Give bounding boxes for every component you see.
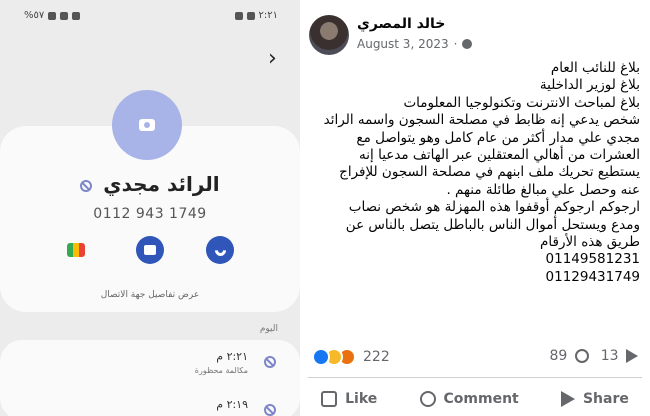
contact-details-link[interactable]: عرض تفاصيل جهة الاتصال [0, 290, 300, 300]
call-time: ٢:٢١ م [216, 350, 248, 363]
share-button[interactable]: Share [560, 391, 629, 407]
share-count-group[interactable]: 13 [601, 348, 638, 364]
contact-number: 0112 943 1749 [93, 206, 207, 222]
blocked-icon [80, 179, 93, 192]
like-label: Like [345, 391, 378, 407]
post-line: مجدي علي مدار أكثر من عام كامل وهو يتواص… [356, 129, 640, 146]
divider [308, 377, 642, 378]
post-line: بلاغ لوزير الداخلية [539, 77, 640, 94]
post-line: شخص يدعي إنه ظابط في مصلحة السجون واسمه … [323, 112, 640, 129]
status-bar: %٥٧ ٢:٢١ [0, 10, 300, 24]
post-line: عنه وحصل علي مبالغ طائلة منهم . [446, 181, 640, 198]
post-line: ومدع ويستحل أموال الناس بالباطل يتصل بال… [345, 216, 640, 233]
comment-count: 89 [549, 348, 568, 364]
call-status: مكالمة محظورة [194, 366, 248, 375]
post-line: طريق هذه الأرقام [540, 234, 640, 251]
engagement-counts: 89 13 [549, 348, 638, 364]
blocked-call-icon [264, 404, 276, 416]
call-log-entry[interactable]: ٢:٢١ م مكالمة محظورة [24, 350, 276, 386]
post-line: ارجوكم ارجوكم أوقفوا هذه المهزلة هو شخص … [348, 199, 640, 216]
reaction-count: 222 [363, 349, 390, 365]
call-log-section-label: اليوم [259, 324, 278, 334]
share-icon [560, 391, 575, 407]
share-count: 13 [600, 348, 619, 364]
call-button[interactable] [206, 236, 234, 264]
comment-icon [419, 391, 436, 407]
message-icon [144, 245, 156, 255]
chevron-right-icon[interactable]: › [268, 48, 277, 70]
post-line: بلاغ للنائب العام [550, 60, 640, 76]
post-line: العشرات من أهالي المعتقلين عبر الهاتف مد… [359, 147, 640, 164]
like-button[interactable]: Like [321, 391, 377, 407]
phone-number-line: 01129431749 [545, 268, 640, 285]
share-label: Share [582, 391, 629, 407]
clock-text: ٢:٢١ [258, 10, 278, 21]
signal-icon [48, 11, 57, 20]
status-right: ٢:٢١ [234, 10, 278, 21]
facebook-post: خالد المصري August 3, 2023 · بلاغ للنائب… [300, 0, 650, 416]
like-reaction-icon [312, 348, 330, 366]
globe-icon [462, 39, 473, 49]
contact-avatar[interactable] [112, 90, 182, 160]
status-left: %٥٧ [24, 10, 81, 21]
post-date[interactable]: August 3, 2023 [357, 37, 449, 51]
call-log-entry[interactable]: ٢:١٩ م [24, 398, 276, 416]
share-icon [626, 349, 638, 363]
call-time: ٢:١٩ م [216, 398, 248, 411]
blocked-call-icon [264, 356, 276, 368]
post-meta: August 3, 2023 · [357, 37, 473, 51]
post-author[interactable]: خالد المصري [357, 16, 445, 32]
phone-icon [212, 242, 228, 258]
post-actions: Like Comment Share [300, 386, 650, 412]
contact-name-row: الرائد مجدي [0, 172, 300, 196]
phone-number-line: 01149581231 [545, 251, 640, 268]
battery-text: %٥٧ [24, 10, 45, 21]
wifi-icon [60, 11, 69, 20]
comment-count-group[interactable]: 89 [549, 348, 589, 364]
comment-icon [574, 349, 589, 363]
thumbs-up-icon [321, 391, 338, 407]
video-call-button[interactable] [62, 236, 90, 264]
lock-icon [72, 11, 81, 20]
comment-button[interactable]: Comment [419, 391, 519, 407]
camera-icon [139, 119, 155, 131]
youtube-icon [234, 11, 243, 20]
reactions-summary[interactable]: 222 [312, 348, 390, 366]
post-line: يستطيع تحريك ملف ابنهم في مصلحة السجون ل… [339, 164, 640, 181]
google-meet-icon [67, 243, 85, 257]
message-button[interactable] [136, 236, 164, 264]
phone-screenshot: %٥٧ ٢:٢١ › الرائد مجدي 0112 943 1749 عرض… [0, 0, 300, 416]
author-avatar[interactable] [309, 15, 349, 55]
comment-label: Comment [443, 391, 519, 407]
contact-name: الرائد مجدي [103, 172, 220, 196]
post-body: بلاغ للنائب العام بلاغ لوزير الداخلية بل… [308, 60, 640, 286]
post-line: بلاغ لمباحث الانترنت وتكنولوجيا المعلوما… [403, 94, 640, 111]
notification-icon [246, 11, 255, 20]
